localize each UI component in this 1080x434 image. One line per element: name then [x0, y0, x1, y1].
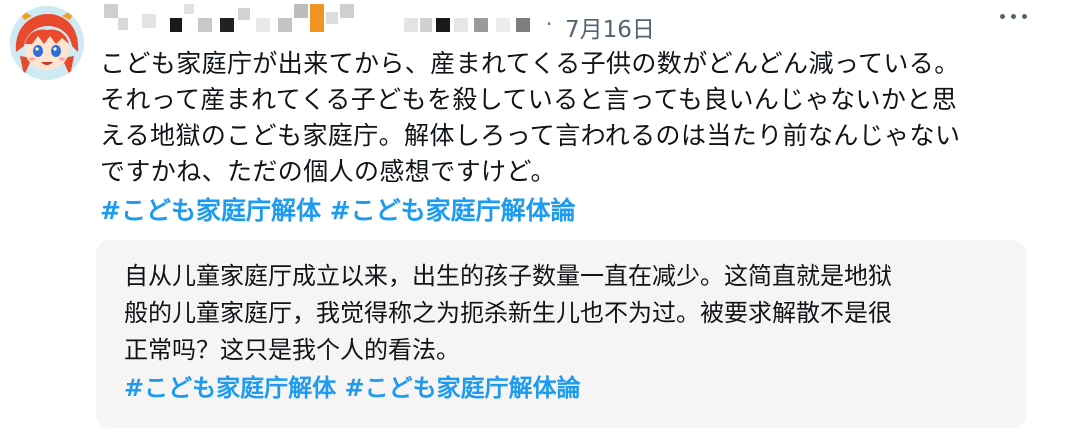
meta-separator: ·: [546, 12, 553, 36]
hashtag-link[interactable]: #こども家庭庁解体論: [330, 196, 576, 225]
pixel-block: [220, 18, 234, 32]
pixel-block: [326, 12, 338, 24]
post-text-line: こども家庭庁が出来てから、産まれてくる子供の数がどんどん減っている。: [100, 49, 960, 78]
avatar[interactable]: [10, 6, 84, 80]
post-header: · 7月16日: [104, 4, 1080, 44]
pixel-block: [404, 18, 418, 32]
post-text-line: それって産まれてくる子どもを殺していると言っても良いんじゃないかと思: [100, 85, 958, 114]
pixel-block: [118, 18, 128, 30]
post-text-line: ですかね、ただの個人の感想ですけど。: [100, 157, 556, 186]
pixel-block: [474, 18, 488, 32]
pixel-block: [310, 4, 324, 32]
post-date[interactable]: 7月16日: [565, 10, 655, 44]
pixel-block: [256, 18, 270, 32]
translation-text-line: 自从儿童家庭厅成立以来，出生的孩子数量一直在减少。这简直就是地狱: [124, 262, 892, 290]
hashtag-link[interactable]: #こども家庭庁解体: [100, 196, 321, 225]
pixel-block: [420, 18, 432, 32]
pixel-block: [238, 8, 250, 20]
pixel-block: [516, 18, 530, 32]
pixel-block: [294, 4, 308, 18]
pixel-block: [340, 4, 354, 18]
translation-box: 自从儿童家庭厅成立以来，出生的孩子数量一直在减少。这简直就是地狱 般的儿童家庭厅…: [96, 240, 1026, 428]
pixel-block: [198, 18, 212, 32]
pixel-block: [104, 4, 118, 18]
translation-hashtags: #こども家庭庁解体 #こども家庭庁解体論: [124, 368, 581, 403]
post-text-line: える地獄のこども家庭庁。解体しろって言われるのは当たり前なんじゃない: [100, 121, 961, 150]
post-body: こども家庭庁が出来てから、産まれてくる子供の数がどんどん減っている。 それって産…: [100, 46, 1020, 190]
pixel-block: [436, 18, 450, 32]
more-options-icon[interactable]: [1000, 12, 1028, 22]
translation-text-line: 正常吗？这只是我个人的看法。: [124, 336, 460, 364]
translation-body: 自从儿童家庭厅成立以来，出生的孩子数量一直在减少。这简直就是地狱 般的儿童家庭厅…: [124, 258, 1004, 369]
hashtag-link[interactable]: #こども家庭庁解体: [124, 374, 336, 402]
pixel-block: [142, 14, 156, 28]
pixel-block: [496, 18, 510, 32]
pixel-block: [170, 18, 182, 32]
pixel-block: [184, 4, 194, 14]
pixel-block: [454, 18, 468, 32]
post-hashtags: #こども家庭庁解体 #こども家庭庁解体論: [100, 191, 576, 227]
hashtag-link[interactable]: #こども家庭庁解体論: [344, 374, 580, 402]
translation-text-line: 般的儿童家庭厅，我觉得称之为扼杀新生儿也不为过。被要求解散不是很: [124, 299, 892, 327]
pixel-block: [278, 18, 292, 32]
avatar-image: [10, 6, 84, 80]
